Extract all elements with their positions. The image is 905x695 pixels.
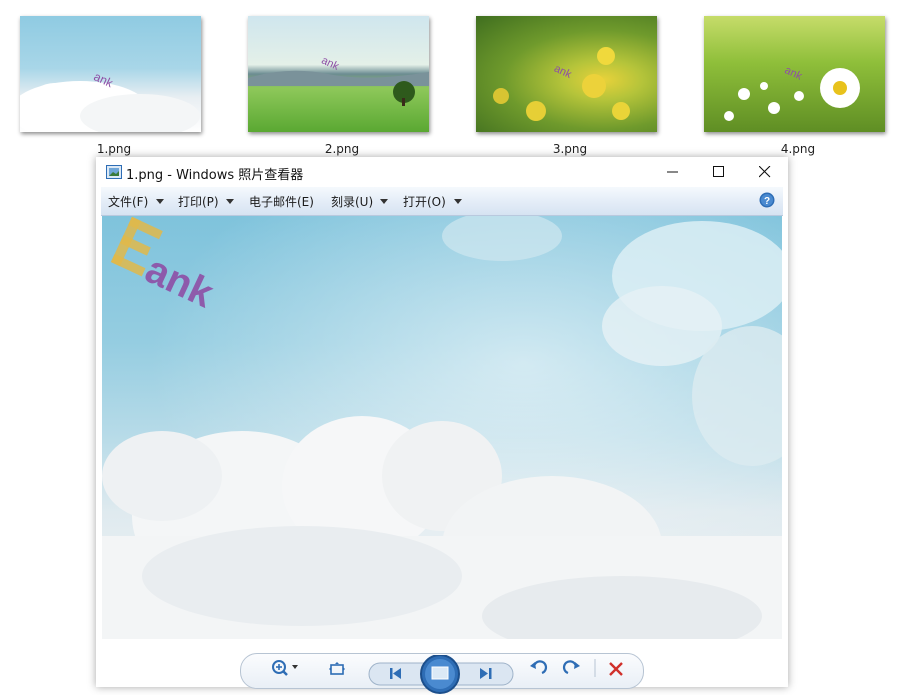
menu-print[interactable]: 打印(P) xyxy=(178,193,219,210)
menu-file-dropdown-icon[interactable] xyxy=(156,199,164,204)
rotate-left-icon[interactable] xyxy=(528,659,548,679)
control-bar xyxy=(96,639,788,694)
close-icon xyxy=(759,166,771,178)
thumbnail-1-label: 1.png xyxy=(96,142,132,156)
menu-burn[interactable]: 刻录(U) xyxy=(331,193,373,210)
photo-display[interactable]: ank xyxy=(102,216,782,639)
photo-viewer-window: 1.png - Windows 照片查看器 文件(F) 打印(P) 电子邮件(E… xyxy=(96,157,788,694)
thumbnail-2-label: 2.png xyxy=(324,142,360,156)
menu-open-dropdown-icon[interactable] xyxy=(454,199,462,204)
title-bar[interactable]: 1.png - Windows 照片查看器 xyxy=(96,157,788,187)
menu-burn-dropdown-icon[interactable] xyxy=(380,199,388,204)
maximize-icon xyxy=(713,166,724,177)
photo-viewer-icon xyxy=(106,165,122,179)
svg-text:?: ? xyxy=(764,196,770,207)
menu-file[interactable]: 文件(F) xyxy=(108,193,148,210)
thumbnail-3-image: ank xyxy=(493,47,630,121)
rotate-right-icon[interactable] xyxy=(562,659,582,679)
help-icon[interactable]: ? xyxy=(759,192,775,208)
divider xyxy=(594,659,596,677)
minimize-icon xyxy=(667,171,678,173)
thumbnail-4-image: ank xyxy=(724,64,860,121)
maximize-button[interactable] xyxy=(696,157,742,187)
zoom-icon[interactable] xyxy=(270,659,300,679)
menu-print-dropdown-icon[interactable] xyxy=(226,199,234,204)
window-title: 1.png - Windows 照片查看器 xyxy=(126,168,304,183)
close-button[interactable] xyxy=(742,157,788,187)
thumbnail-3-label: 3.png xyxy=(552,142,588,156)
thumbnail-2-image: ank xyxy=(248,54,429,106)
thumbnail-1-image: ank xyxy=(20,69,200,132)
thumbnail-4-label: 4.png xyxy=(780,142,816,156)
menu-bar: 文件(F) 打印(P) 电子邮件(E) 刻录(U) 打开(O) ? xyxy=(101,187,783,216)
svg-text:ank: ank xyxy=(319,54,341,73)
svg-text:ank: ank xyxy=(552,63,574,82)
thumbnail-1[interactable]: ank xyxy=(20,16,201,132)
watermark-logo: ank xyxy=(110,216,221,317)
minimize-button[interactable] xyxy=(650,157,696,187)
thumbnail-4[interactable]: ank xyxy=(704,16,885,132)
menu-email[interactable]: 电子邮件(E) xyxy=(249,193,314,210)
menu-open[interactable]: 打开(O) xyxy=(403,193,446,210)
watermark-text: ank xyxy=(139,247,221,316)
thumbnail-3[interactable]: ank xyxy=(476,16,657,132)
svg-text:ank: ank xyxy=(783,64,805,83)
thumbnail-2[interactable]: ank xyxy=(248,16,429,132)
